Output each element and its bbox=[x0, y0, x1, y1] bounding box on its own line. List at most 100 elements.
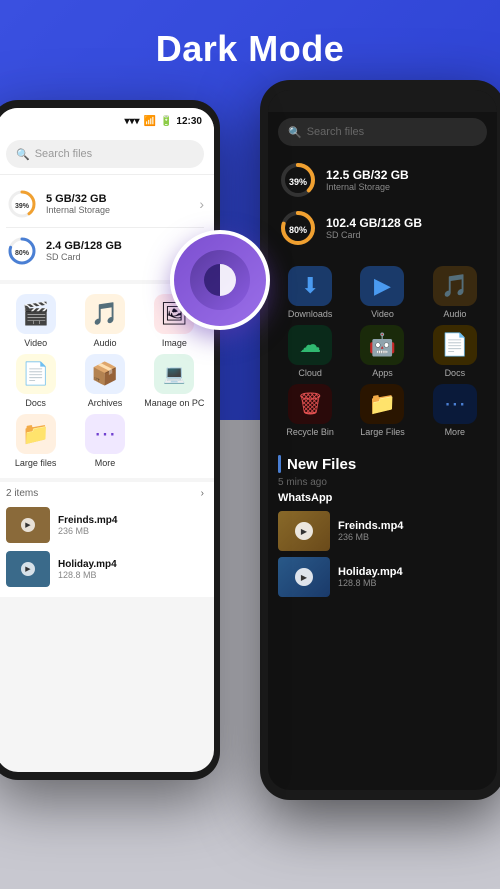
left-icon-manage-pc[interactable]: 💻 Manage on PC bbox=[143, 354, 206, 408]
left-file-item-2[interactable]: ▶ Holiday.mp4 128.8 MB bbox=[6, 547, 204, 591]
right-file-info-2: Holiday.mp4 128.8 MB bbox=[338, 566, 487, 588]
right-file-info-1: Freinds.mp4 236 MB bbox=[338, 520, 487, 542]
more-icon: ⋯ bbox=[94, 421, 116, 447]
right-status-bar bbox=[268, 90, 497, 112]
archives-icon-box: 📦 bbox=[85, 354, 125, 394]
left-search-box[interactable]: 🔍 Search files bbox=[6, 140, 204, 168]
right-icons-row-3: 🗑 Recycle Bin 📁 Large Files ⋯ More bbox=[276, 384, 489, 437]
right-icon-large-files[interactable]: 📁 Large Files bbox=[348, 384, 416, 437]
left-phone: ▾▾▾ 📶 🔋 12:30 🔍 Search files 39% bbox=[0, 100, 220, 780]
time-display: 12:30 bbox=[176, 116, 202, 127]
right-icon-apps[interactable]: 🤖 Apps bbox=[348, 325, 416, 378]
left-icon-archives[interactable]: 📦 Archives bbox=[73, 354, 136, 408]
sdcard-storage-label: SD Card bbox=[46, 252, 191, 262]
right-large-files-icon: 📁 bbox=[369, 391, 396, 417]
right-icons-row-1: ⬇ Downloads ▶ Video 🎵 Audio bbox=[276, 266, 489, 319]
file-size-1: 236 MB bbox=[58, 526, 204, 536]
left-file-item-1[interactable]: ▶ Freinds.mp4 236 MB bbox=[6, 503, 204, 547]
internal-storage-info: 5 GB/32 GB Internal Storage bbox=[46, 193, 191, 215]
right-play-btn-2: ▶ bbox=[295, 568, 313, 586]
new-files-section: New Files 5 mins ago WhatsApp ▶ Freinds.… bbox=[268, 449, 497, 604]
right-file-item-1[interactable]: ▶ Freinds.mp4 236 MB bbox=[278, 508, 487, 554]
docs-label: Docs bbox=[25, 398, 46, 408]
right-search-area: 🔍 Search files bbox=[268, 112, 497, 152]
right-icon-downloads[interactable]: ⬇ Downloads bbox=[276, 266, 344, 319]
right-icon-docs[interactable]: 📄 Docs bbox=[421, 325, 489, 378]
audio-icon-box: 🎵 bbox=[85, 294, 125, 334]
right-file-name-2: Holiday.mp4 bbox=[338, 566, 487, 578]
right-search-placeholder: Search files bbox=[307, 126, 364, 138]
svg-text:39%: 39% bbox=[289, 177, 307, 187]
left-icon-docs[interactable]: 📄 Docs bbox=[4, 354, 67, 408]
right-more-icon: ⋯ bbox=[444, 391, 466, 417]
right-large-files-icon-box: 📁 bbox=[360, 384, 404, 424]
right-search-icon: 🔍 bbox=[288, 126, 302, 139]
video-label: Video bbox=[24, 338, 47, 348]
audio-icon: 🎵 bbox=[91, 301, 118, 327]
manage-pc-label: Manage on PC bbox=[144, 398, 204, 408]
downloads-label: Downloads bbox=[288, 309, 333, 319]
right-audio-label: Audio bbox=[443, 309, 466, 319]
cloud-icon-box: ☁ bbox=[288, 325, 332, 365]
right-internal-size: 12.5 GB/32 GB bbox=[326, 168, 487, 182]
left-icon-audio[interactable]: 🎵 Audio bbox=[73, 294, 136, 348]
right-file-name-1: Freinds.mp4 bbox=[338, 520, 487, 532]
large-files-label: Large files bbox=[15, 458, 57, 468]
manage-pc-icon-box: 💻 bbox=[154, 354, 194, 394]
storage-arrow-icon: › bbox=[199, 196, 204, 212]
left-phone-screen: ▾▾▾ 📶 🔋 12:30 🔍 Search files 39% bbox=[0, 108, 214, 772]
right-sdcard-size: 102.4 GB/128 GB bbox=[326, 216, 487, 230]
new-files-group: WhatsApp bbox=[278, 492, 487, 504]
files-count: 2 items bbox=[6, 488, 38, 499]
right-search-box[interactable]: 🔍 Search files bbox=[278, 118, 487, 146]
left-search-placeholder: Search files bbox=[35, 148, 92, 160]
battery-icon: 🔋 bbox=[160, 116, 172, 127]
new-files-title: New Files bbox=[287, 456, 356, 473]
left-icon-large-files[interactable]: 📁 Large files bbox=[4, 414, 67, 468]
file-thumb-1: ▶ bbox=[6, 507, 50, 543]
left-icon-more[interactable]: ⋯ More bbox=[73, 414, 136, 468]
new-files-header: New Files bbox=[278, 455, 487, 473]
left-search-area: 🔍 Search files bbox=[0, 134, 214, 175]
right-video-label: Video bbox=[371, 309, 394, 319]
right-icon-recycle-bin[interactable]: 🗑 Recycle Bin bbox=[276, 384, 344, 437]
docs-icon-box: 📄 bbox=[16, 354, 56, 394]
svg-text:39%: 39% bbox=[15, 203, 30, 210]
files-arrow: › bbox=[201, 488, 204, 499]
right-file-thumb-2: ▶ bbox=[278, 557, 330, 597]
purple-badge bbox=[170, 230, 270, 330]
right-icon-video[interactable]: ▶ Video bbox=[348, 266, 416, 319]
downloads-icon-box: ⬇ bbox=[288, 266, 332, 306]
large-files-icon: 📁 bbox=[22, 421, 49, 447]
right-icon-more[interactable]: ⋯ More bbox=[421, 384, 489, 437]
file-info-1: Freinds.mp4 236 MB bbox=[58, 515, 204, 536]
audio-label: Audio bbox=[93, 338, 116, 348]
wifi-icon: 📶 bbox=[144, 116, 156, 127]
play-button-1: ▶ bbox=[21, 518, 35, 532]
signal-icon: ▾▾▾ bbox=[124, 116, 139, 127]
left-icon-video[interactable]: 🎬 Video bbox=[4, 294, 67, 348]
search-icon: 🔍 bbox=[16, 148, 30, 161]
right-large-files-label: Large Files bbox=[360, 427, 405, 437]
sdcard-storage-info: 2.4 GB/128 GB SD Card bbox=[46, 240, 191, 262]
right-icon-audio[interactable]: 🎵 Audio bbox=[421, 266, 489, 319]
svg-text:80%: 80% bbox=[289, 225, 307, 235]
right-file-item-2[interactable]: ▶ Holiday.mp4 128.8 MB bbox=[278, 554, 487, 600]
sdcard-storage-size: 2.4 GB/128 GB bbox=[46, 240, 191, 252]
purple-badge-inner bbox=[190, 250, 250, 310]
internal-storage-item[interactable]: 39% 5 GB/32 GB Internal Storage › bbox=[6, 183, 204, 225]
right-audio-icon-box: 🎵 bbox=[433, 266, 477, 306]
internal-storage-label: Internal Storage bbox=[46, 205, 191, 215]
file-name-2: Holiday.mp4 bbox=[58, 559, 204, 570]
new-files-time: 5 mins ago bbox=[278, 477, 487, 488]
right-sdcard-info: 102.4 GB/128 GB SD Card bbox=[326, 216, 487, 240]
sdcard-storage-ring: 80% bbox=[6, 235, 38, 267]
recycle-bin-icon: 🗑 bbox=[296, 391, 324, 417]
cloud-label: Cloud bbox=[298, 368, 322, 378]
right-file-size-1: 236 MB bbox=[338, 532, 487, 542]
right-icon-cloud[interactable]: ☁ Cloud bbox=[276, 325, 344, 378]
right-icons-section: ⬇ Downloads ▶ Video 🎵 Audio bbox=[268, 260, 497, 449]
image-label: Image bbox=[162, 338, 187, 348]
right-sdcard-storage[interactable]: 80% 102.4 GB/128 GB SD Card bbox=[278, 204, 487, 252]
right-internal-storage[interactable]: 39% 12.5 GB/32 GB Internal Storage bbox=[278, 156, 487, 204]
